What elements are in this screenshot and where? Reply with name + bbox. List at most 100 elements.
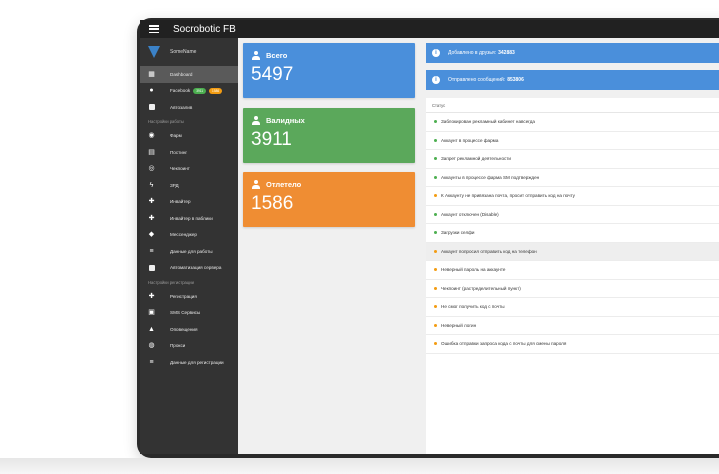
sidebar-item-facebook[interactable]: ● Facebook 3911 1586: [140, 83, 238, 100]
sidebar-item-label: Чекпоинт: [170, 166, 190, 172]
sidebar-item-label: Регистрация: [170, 293, 197, 299]
status-row[interactable]: К Аккаунту не привязана почта, просит от…: [426, 187, 719, 206]
globe-icon: ◍: [148, 342, 155, 350]
status-row[interactable]: Не смог получить код с почты: [426, 298, 719, 317]
database-icon: ≡: [149, 247, 154, 255]
status-text: Аккаунт в процессе фарма: [441, 137, 499, 143]
status-row[interactable]: Неверный логин: [426, 317, 719, 335]
status-dot-icon: [434, 231, 437, 235]
sidebar-item-label: Автоматизация сервера: [170, 265, 222, 271]
sidebar-item-inviter[interactable]: ✚ Инвайтер: [140, 194, 238, 211]
status-dot-icon: [434, 268, 437, 272]
status-text: Чекпоинт (растределительный пункт): [441, 285, 521, 291]
hamburger-menu-icon[interactable]: [149, 25, 159, 33]
status-dot-icon: [434, 249, 437, 253]
status-row[interactable]: Заблокирован рекламный кабинет навсегда: [426, 113, 719, 132]
card-title: Отлетело: [266, 180, 302, 189]
sidebar-item-label: Данные для регистрации: [170, 359, 224, 365]
broadcast-icon: ◎: [148, 165, 155, 173]
sidebar-item-work-data[interactable]: ≡ Данные для работы: [140, 243, 238, 260]
status-row[interactable]: Чекпоинт (растределительный пункт): [426, 280, 719, 298]
sidebar-item-posting[interactable]: ▤ Постинг: [140, 144, 238, 161]
section-label-work: Настройки работы: [148, 119, 184, 124]
status-row[interactable]: Аккаунт попросил отправить код на телефо…: [426, 242, 719, 261]
device-base: [0, 458, 719, 474]
sidebar-item-label: Мессенджер: [170, 232, 197, 238]
status-row[interactable]: Запрет рекламной деятельности: [426, 150, 719, 169]
status-row[interactable]: Аккаунт отключен (Disable): [426, 206, 719, 224]
sms-icon: ▣: [148, 309, 155, 317]
status-row[interactable]: Неверный пароль на аккаунте: [426, 261, 719, 280]
group-add-icon: ✚: [148, 214, 155, 222]
valid-count-badge: 3911: [193, 87, 207, 94]
status-text: Аккаунты в процессе фарма SM подтвержден: [441, 174, 540, 180]
section-label-registration: Настройки регистрации: [148, 279, 194, 285]
dropped-count-badge: 1586: [209, 87, 223, 94]
info-value: 853806: [507, 77, 524, 83]
sidebar-item-label: Оповещения: [170, 326, 198, 332]
status-row[interactable]: Аккаунты в процессе фарма SM подтвержден: [426, 169, 719, 187]
status-text: К Аккаунту не привязана почта, просит от…: [441, 193, 575, 199]
sidebar-item-label: Dashboard: [170, 71, 193, 77]
sidebar-item-label: Инвайтер в паблики: [170, 215, 213, 221]
sidebar-item-inviter-publics[interactable]: ✚ Инвайтер в паблики: [140, 210, 238, 227]
status-text: Неверный логин: [441, 322, 477, 328]
friends-info-bar: i Добавлено в друзья: 342883: [426, 43, 719, 63]
sidebar-item-proxy[interactable]: ◍ Прокси: [140, 338, 238, 355]
messages-info-bar: i Отправлено сообщений: 853806: [426, 70, 719, 90]
sidebar-item-zrd[interactable]: ϟ ЗРД: [140, 177, 238, 194]
valid-card: Валидных 3911: [243, 108, 415, 163]
sidebar-item-dashboard[interactable]: ▦ Dashboard: [140, 66, 238, 83]
post-icon: ▤: [148, 148, 155, 156]
status-text: Неверный пароль на аккаунте: [441, 267, 506, 273]
user-icon: [252, 180, 260, 189]
status-text: Заблокирован рекламный кабинет навсегда: [441, 119, 535, 125]
status-panel: Статус Заблокирован рекламный кабинет на…: [426, 98, 719, 454]
database-icon: ≡: [149, 358, 154, 366]
sidebar-item-server-automation[interactable]: Автоматизация сервера: [140, 260, 238, 277]
status-row[interactable]: Аккаунт в процессе фарма: [426, 132, 719, 150]
dropped-card: Отлетело 1586: [243, 172, 415, 227]
user-icon: [252, 51, 260, 60]
sidebar-item-registration[interactable]: ✚ Регистрация: [140, 288, 238, 305]
status-dot-icon: [434, 175, 437, 179]
sidebar-item-sms-services[interactable]: ▣ SMS Сервисы: [140, 305, 238, 322]
status-text: Запрет рекламной деятельности: [441, 156, 511, 162]
sidebar-item-label: Автозалив: [170, 104, 193, 110]
status-dot-icon: [434, 120, 437, 124]
status-text: Ошибка отправки запроса кода с почты для…: [441, 341, 567, 347]
status-row[interactable]: Загрузки селфи: [426, 224, 719, 243]
logo-icon: [148, 46, 160, 58]
status-text: Загрузки селфи: [441, 230, 475, 236]
sidebar-item-autozaliv[interactable]: Автозалив: [140, 99, 238, 116]
card-title: Всего: [266, 51, 288, 60]
sidebar-item-notifications[interactable]: ▲ Оповещения: [140, 321, 238, 338]
facebook-icon: ●: [149, 87, 154, 95]
status-header: Статус: [426, 98, 719, 113]
profile[interactable]: SomeName: [140, 38, 238, 66]
card-title: Валидных: [266, 116, 305, 125]
sidebar-item-checkpoint[interactable]: ◎ Чекпоинт: [140, 161, 238, 178]
card-value: 3911: [251, 129, 292, 150]
info-label: Добавлено в друзья:: [448, 50, 497, 56]
status-dot-icon: [434, 305, 437, 309]
card-value: 5497: [251, 64, 294, 85]
sidebar: SomeName ▦ Dashboard ● Facebook 3911 158…: [140, 38, 238, 454]
briefcase-icon: [148, 104, 155, 111]
sidebar-item-label: Данные для работы: [170, 248, 213, 254]
sidebar-item-label: Прокси: [170, 343, 186, 349]
status-text: Аккаунт отключен (Disable): [441, 211, 499, 217]
status-dot-icon: [434, 212, 437, 216]
dashboard-icon: ▦: [148, 70, 155, 78]
sidebar-item-registration-data[interactable]: ≡ Данные для регистрации: [140, 354, 238, 371]
sidebar-item-messenger[interactable]: ◆ Мессенджер: [140, 227, 238, 244]
sidebar-item-label: ЗРД: [170, 182, 179, 188]
app-title: Socrobotic FB: [173, 23, 236, 35]
status-dot-icon: [434, 323, 437, 327]
sidebar-item-label: Фарм: [170, 133, 182, 139]
card-value: 1586: [251, 193, 294, 214]
status-dot-icon: [434, 342, 437, 346]
status-row[interactable]: Ошибка отправки запроса кода с почты для…: [426, 335, 719, 354]
bell-icon: ▲: [148, 325, 155, 333]
sidebar-item-farm[interactable]: ◉ Фарм: [140, 128, 238, 145]
